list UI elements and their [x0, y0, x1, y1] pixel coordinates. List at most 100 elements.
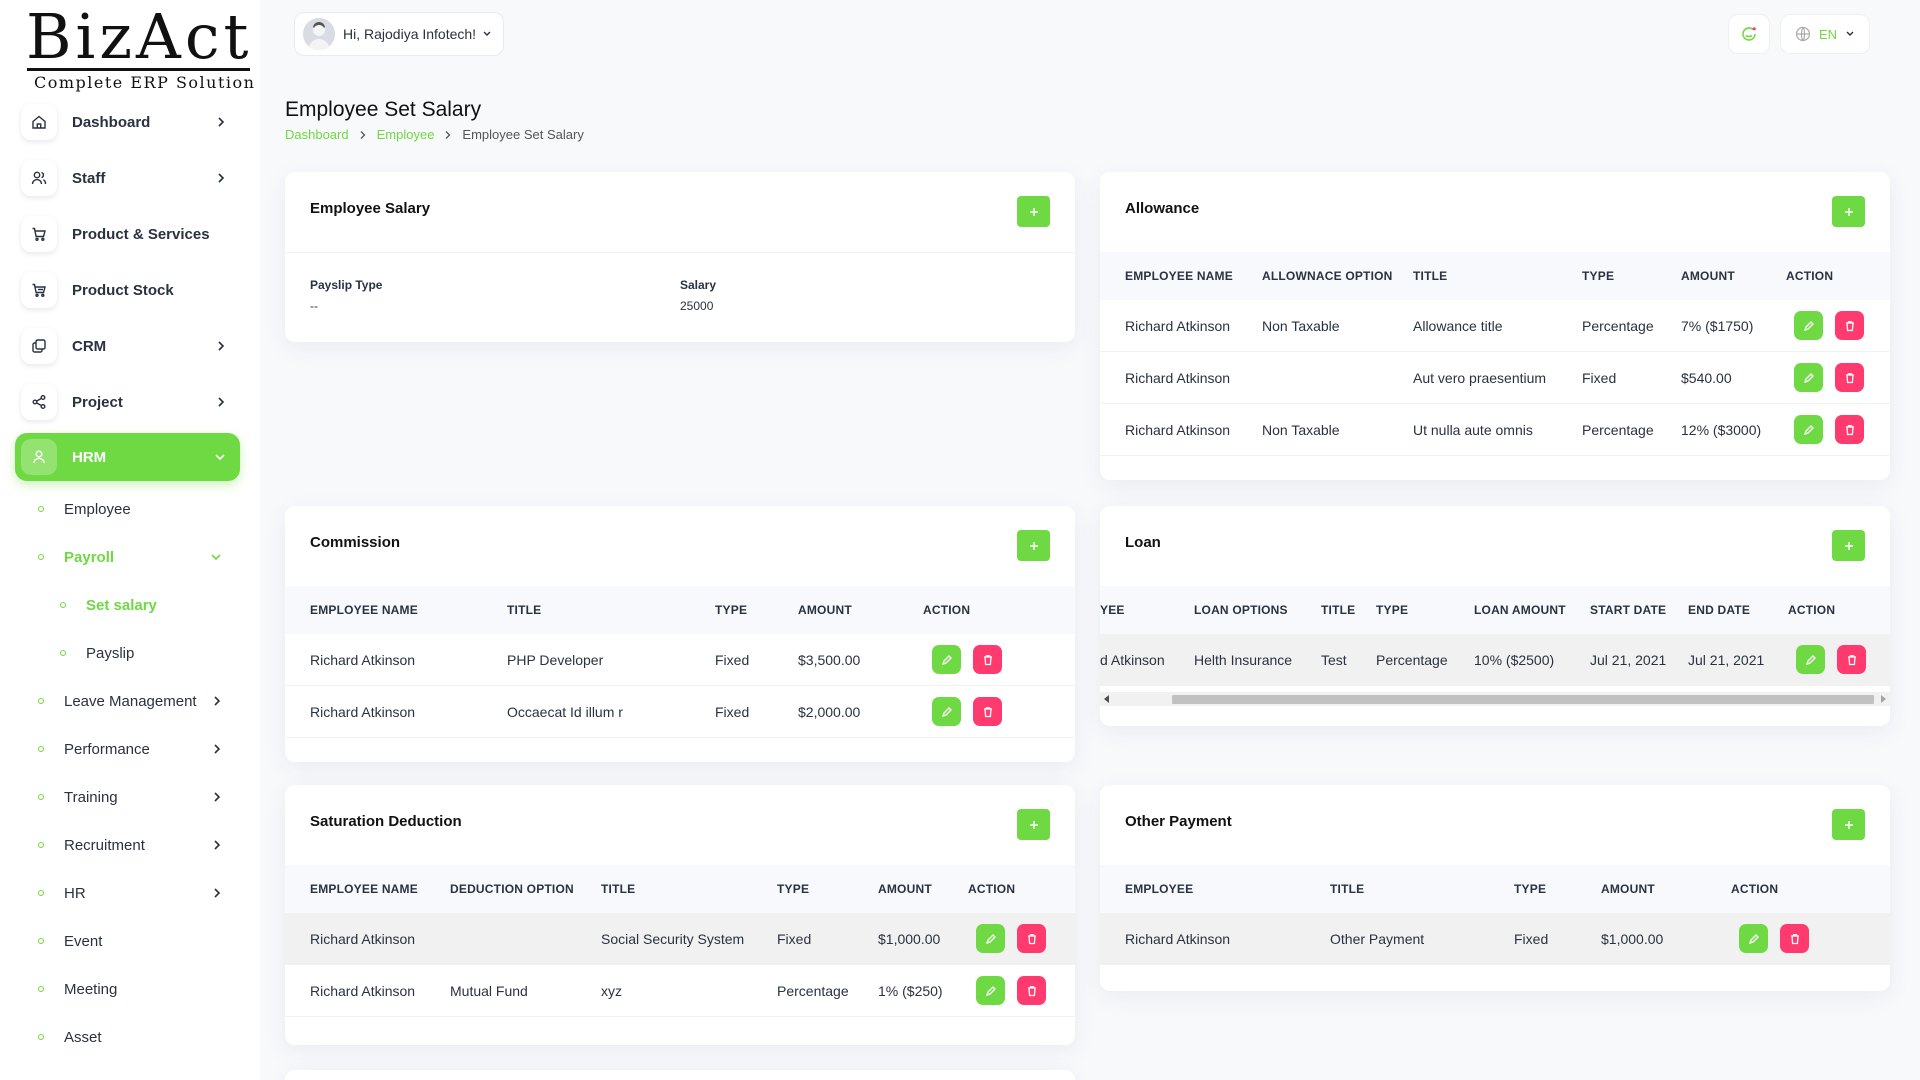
- sidebar-subitem-asset[interactable]: Asset: [38, 1022, 238, 1052]
- next-card-partial: [285, 1070, 1075, 1080]
- payslip-type-label: Payslip Type: [310, 278, 383, 292]
- sidebar-subitem-performance[interactable]: Performance: [38, 734, 238, 764]
- cell-type: Fixed: [715, 703, 750, 720]
- sidebar-subitem-event[interactable]: Event: [38, 926, 238, 956]
- horizontal-scrollbar[interactable]: [1100, 692, 1890, 706]
- column-header: EMPLOYEE NAME: [1125, 269, 1233, 283]
- sidebar-item-dashboard[interactable]: Dashboard: [15, 98, 240, 146]
- sidebar-subitem-label: Set salary: [86, 596, 157, 614]
- cell-title: Other Payment: [1330, 930, 1425, 947]
- edit-button[interactable]: [932, 697, 961, 726]
- add-salary-button[interactable]: [1017, 196, 1050, 227]
- bullet-icon: [38, 1034, 44, 1040]
- user-menu-button[interactable]: Hi, Rajodiya Infotech!: [294, 12, 504, 56]
- column-header: ACTION: [923, 603, 971, 617]
- saturation-deduction-card: Saturation Deduction EMPLOYEE NAME DEDUC…: [285, 785, 1075, 1045]
- column-header: ACTION: [968, 882, 1016, 896]
- row-actions: [1794, 363, 1864, 392]
- cell-employee-name: Richard Atkinson: [310, 703, 416, 720]
- sidebar-subitem-label: Event: [64, 932, 103, 950]
- delete-button[interactable]: [1837, 645, 1866, 674]
- bullet-icon: [38, 746, 44, 752]
- bullet-icon: [60, 602, 66, 608]
- edit-button[interactable]: [1796, 645, 1825, 674]
- sidebar-item-crm[interactable]: CRM: [15, 322, 240, 370]
- sidebar-subitem-payroll[interactable]: Payroll: [38, 542, 238, 572]
- table-row: d Atkinson Helth Insurance Test Percenta…: [1100, 634, 1890, 686]
- delete-button[interactable]: [1780, 924, 1809, 953]
- sidebar-item-hrm[interactable]: HRM: [15, 433, 240, 481]
- sidebar-subitem-recruitment[interactable]: Recruitment: [38, 830, 238, 860]
- cell-title: Ut nulla aute omnis: [1413, 421, 1533, 438]
- edit-button[interactable]: [1794, 311, 1823, 340]
- sidebar-subitem-payslip[interactable]: Payslip: [60, 638, 230, 668]
- sidebar-item-product-stock[interactable]: Product Stock: [15, 266, 240, 314]
- column-header: START DATE: [1590, 603, 1667, 617]
- sidebar-subitem-employee[interactable]: Employee: [38, 494, 238, 524]
- cell-title: PHP Developer: [507, 651, 604, 668]
- scrollbar-thumb[interactable]: [1172, 694, 1874, 704]
- sidebar-subitem-set-salary[interactable]: Set salary: [60, 590, 230, 620]
- breadcrumb-dashboard[interactable]: Dashboard: [285, 127, 349, 142]
- chevron-right-icon: [212, 887, 222, 899]
- sidebar-item-product-services[interactable]: Product & Services: [15, 210, 240, 258]
- cell-employee-name: Richard Atkinson: [1125, 930, 1231, 947]
- column-header: AMOUNT: [1681, 269, 1735, 283]
- delete-button[interactable]: [1835, 311, 1864, 340]
- delete-button[interactable]: [1835, 363, 1864, 392]
- cell-amount: 12% ($3000): [1681, 421, 1762, 438]
- chevron-down-icon: [1845, 30, 1855, 38]
- edit-button[interactable]: [1794, 415, 1823, 444]
- table-header: EMPLOYEE NAME TITLE TYPE AMOUNT ACTION: [285, 586, 1075, 634]
- sidebar-subitem-label: Training: [64, 788, 118, 806]
- column-header: ACTION: [1731, 882, 1779, 896]
- card-title: Saturation Deduction: [310, 813, 462, 830]
- sidebar-item-staff[interactable]: Staff: [15, 154, 240, 202]
- commission-table: EMPLOYEE NAME TITLE TYPE AMOUNT ACTION R…: [285, 586, 1075, 738]
- cell-title: Occaecat Id illum r: [507, 703, 623, 720]
- chevron-down-icon: [214, 452, 226, 462]
- bullet-icon: [60, 650, 66, 656]
- cell-type: Percentage: [1376, 651, 1448, 668]
- card-title: Employee Salary: [310, 200, 431, 217]
- cell-type: Percentage: [1582, 317, 1654, 334]
- sidebar-item-project[interactable]: Project: [15, 378, 240, 426]
- sidebar-item-label: Staff: [72, 169, 106, 187]
- edit-button[interactable]: [1794, 363, 1823, 392]
- edit-button[interactable]: [1739, 924, 1768, 953]
- share-icon: [21, 384, 57, 420]
- allowance-card: Allowance EMPLOYEE NAME ALLOWNACE OPTION…: [1100, 172, 1890, 480]
- brand-logo[interactable]: BizAct Complete ERP Solution: [26, 4, 254, 93]
- edit-button[interactable]: [976, 976, 1005, 1005]
- add-commission-button[interactable]: [1017, 530, 1050, 561]
- delete-button[interactable]: [1017, 976, 1046, 1005]
- sidebar-subitem-hr[interactable]: HR: [38, 878, 238, 908]
- breadcrumb-employee[interactable]: Employee: [377, 127, 435, 142]
- chevron-down-icon: [210, 552, 222, 562]
- language-selector[interactable]: EN: [1780, 14, 1870, 54]
- edit-button[interactable]: [932, 645, 961, 674]
- delete-button[interactable]: [973, 645, 1002, 674]
- table-row: Richard Atkinson Mutual Fund xyz Percent…: [285, 965, 1075, 1017]
- add-loan-button[interactable]: [1832, 530, 1865, 561]
- sidebar-subitem-leave-management[interactable]: Leave Management: [38, 686, 238, 716]
- scroll-left-icon[interactable]: [1104, 695, 1110, 703]
- delete-button[interactable]: [1835, 415, 1864, 444]
- column-header: EMPLOYEE: [1125, 882, 1194, 896]
- add-deduction-button[interactable]: [1017, 809, 1050, 840]
- other-payment-card: Other Payment EMPLOYEE TITLE TYPE AMOUNT…: [1100, 785, 1890, 991]
- delete-button[interactable]: [1017, 924, 1046, 953]
- chat-refresh-icon: [1740, 25, 1758, 43]
- row-actions: [976, 976, 1046, 1005]
- edit-button[interactable]: [976, 924, 1005, 953]
- sidebar-subitem-meeting[interactable]: Meeting: [38, 974, 238, 1004]
- table-header: YEE LOAN OPTIONS TITLE TYPE LOAN AMOUNT …: [1100, 586, 1890, 634]
- sidebar-subitem-training[interactable]: Training: [38, 782, 238, 812]
- chevron-right-icon: [216, 396, 226, 408]
- scroll-right-icon[interactable]: [1880, 695, 1886, 703]
- add-allowance-button[interactable]: [1832, 196, 1865, 227]
- add-other-payment-button[interactable]: [1832, 809, 1865, 840]
- notification-button[interactable]: [1728, 14, 1770, 54]
- cell-title: Social Security System: [601, 930, 745, 947]
- delete-button[interactable]: [973, 697, 1002, 726]
